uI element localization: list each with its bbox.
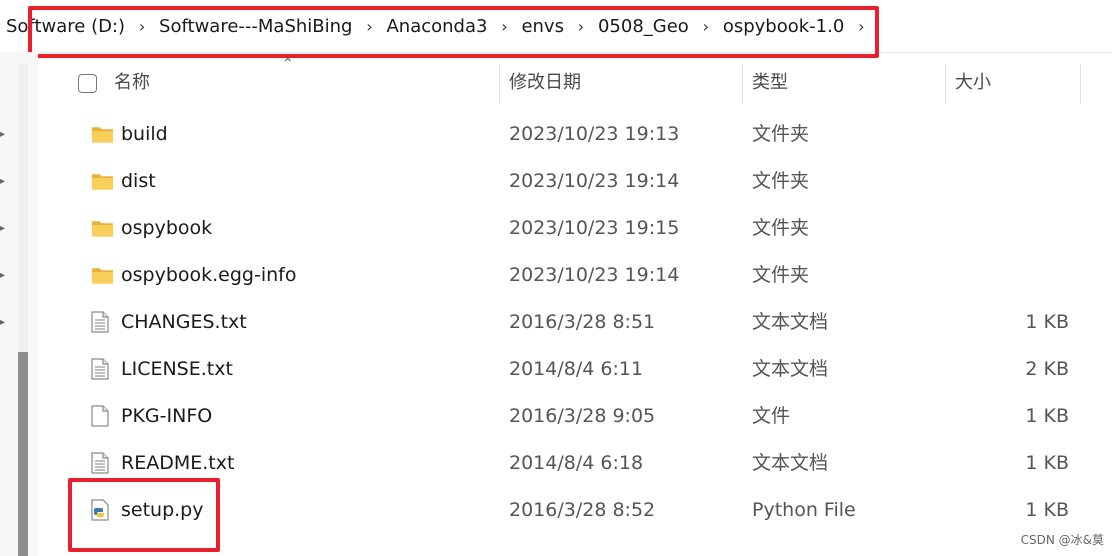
file-row[interactable]: dist 2023/10/23 19:14 文件夹 xyxy=(38,158,1112,205)
folder-icon xyxy=(91,123,114,145)
file-date-modified: 2023/10/23 19:14 xyxy=(509,170,680,192)
chevron-right-icon[interactable]: › xyxy=(566,17,596,36)
file-size: 2 KB xyxy=(1025,358,1069,380)
file-size: 1 KB xyxy=(1025,405,1069,427)
folder-icon xyxy=(91,217,114,239)
file-name[interactable]: ospybook.egg-info xyxy=(121,252,296,299)
breadcrumb-envs[interactable]: envs xyxy=(519,16,566,37)
expand-arrow-icon[interactable]: ▸ xyxy=(0,318,8,328)
file-size: 1 KB xyxy=(1025,452,1069,474)
breadcrumb-drive[interactable]: Software (D:) xyxy=(4,16,127,37)
file-row[interactable]: LICENSE.txt 2014/8/4 6:11 文本文档 2 KB xyxy=(38,346,1112,393)
file-date-modified: 2014/8/4 6:11 xyxy=(509,358,644,380)
expand-arrow-icon[interactable]: ▸ xyxy=(0,177,8,187)
file-name[interactable]: PKG-INFO xyxy=(121,393,212,440)
breadcrumb-ospybook[interactable]: ospybook-1.0 xyxy=(721,16,846,37)
text-file-icon xyxy=(91,311,114,333)
column-header: ⌃ 名称 修改日期 类型 大小 xyxy=(38,56,1112,108)
scrollbar-thumb[interactable] xyxy=(18,352,28,556)
expand-arrow-icon[interactable]: ▸ xyxy=(0,224,8,234)
address-bar[interactable]: Software (D:) › Software---MaShiBing › A… xyxy=(0,0,1112,53)
breadcrumb: Software (D:) › Software---MaShiBing › A… xyxy=(4,12,876,40)
file-name[interactable]: LICENSE.txt xyxy=(121,346,233,393)
file-type: 文本文档 xyxy=(752,311,829,333)
text-file-icon xyxy=(91,358,114,380)
blank-file-icon xyxy=(91,405,114,427)
text-file-icon xyxy=(91,452,114,474)
file-date-modified: 2023/10/23 19:13 xyxy=(509,123,680,145)
file-date-modified: 2016/3/28 8:52 xyxy=(509,499,656,521)
file-row[interactable]: CHANGES.txt 2016/3/28 8:51 文本文档 1 KB xyxy=(38,299,1112,346)
column-divider[interactable] xyxy=(945,64,946,104)
column-header-type[interactable]: 类型 xyxy=(752,58,788,108)
chevron-right-icon[interactable]: › xyxy=(127,17,157,36)
column-divider[interactable] xyxy=(742,64,743,104)
file-type: Python File xyxy=(752,499,856,521)
file-row[interactable]: ospybook 2023/10/23 19:15 文件夹 xyxy=(38,205,1112,252)
file-size: 1 KB xyxy=(1025,311,1069,333)
file-date-modified: 2016/3/28 8:51 xyxy=(509,311,656,333)
chevron-right-icon[interactable]: › xyxy=(691,17,721,36)
file-name[interactable]: README.txt xyxy=(121,440,234,487)
expand-arrow-icon[interactable]: ▸ xyxy=(0,271,8,281)
file-date-modified: 2023/10/23 19:14 xyxy=(509,264,680,286)
breadcrumb-anaconda3[interactable]: Anaconda3 xyxy=(384,16,489,37)
watermark: CSDN @冰&莫 xyxy=(1020,533,1104,547)
file-date-modified: 2023/10/23 19:15 xyxy=(509,217,680,239)
breadcrumb-0508-geo[interactable]: 0508_Geo xyxy=(596,16,691,37)
column-header-size[interactable]: 大小 xyxy=(955,58,991,108)
file-date-modified: 2014/8/4 6:18 xyxy=(509,452,644,474)
chevron-right-icon[interactable]: › xyxy=(354,17,384,36)
column-divider[interactable] xyxy=(499,64,500,104)
file-name[interactable]: build xyxy=(121,111,168,158)
file-row[interactable]: build 2023/10/23 19:13 文件夹 xyxy=(38,111,1112,158)
file-size: 1 KB xyxy=(1025,499,1069,521)
file-row[interactable]: README.txt 2014/8/4 6:18 文本文档 1 KB xyxy=(38,440,1112,487)
file-row[interactable]: ospybook.egg-info 2023/10/23 19:14 文件夹 xyxy=(38,252,1112,299)
file-name[interactable]: CHANGES.txt xyxy=(121,299,247,346)
file-row[interactable]: setup.py 2016/3/28 8:52 Python File 1 KB xyxy=(38,487,1112,534)
file-type: 文本文档 xyxy=(752,358,829,380)
file-type: 文件夹 xyxy=(752,170,810,192)
folder-icon xyxy=(91,264,114,286)
chevron-right-icon[interactable]: › xyxy=(489,17,519,36)
column-divider[interactable] xyxy=(1080,64,1081,104)
file-type: 文件夹 xyxy=(752,264,810,286)
column-header-date[interactable]: 修改日期 xyxy=(509,58,581,108)
select-all-checkbox[interactable] xyxy=(78,74,97,93)
file-row[interactable]: PKG-INFO 2016/3/28 9:05 文件 1 KB xyxy=(38,393,1112,440)
file-type: 文件 xyxy=(752,405,791,427)
file-type: 文本文档 xyxy=(752,452,829,474)
python-file-icon xyxy=(91,499,114,521)
chevron-right-icon[interactable]: › xyxy=(846,17,876,36)
file-name[interactable]: ospybook xyxy=(121,205,212,252)
file-type: 文件夹 xyxy=(752,217,810,239)
column-header-name[interactable]: 名称 xyxy=(114,58,150,108)
file-type: 文件夹 xyxy=(752,123,810,145)
expand-arrow-icon[interactable]: ▸ xyxy=(0,130,8,140)
file-name[interactable]: setup.py xyxy=(121,487,204,534)
file-date-modified: 2016/3/28 9:05 xyxy=(509,405,656,427)
folder-icon xyxy=(91,170,114,192)
sort-ascending-icon: ⌃ xyxy=(282,56,294,72)
file-name[interactable]: dist xyxy=(121,158,156,205)
breadcrumb-software-mashibing[interactable]: Software---MaShiBing xyxy=(157,16,354,37)
